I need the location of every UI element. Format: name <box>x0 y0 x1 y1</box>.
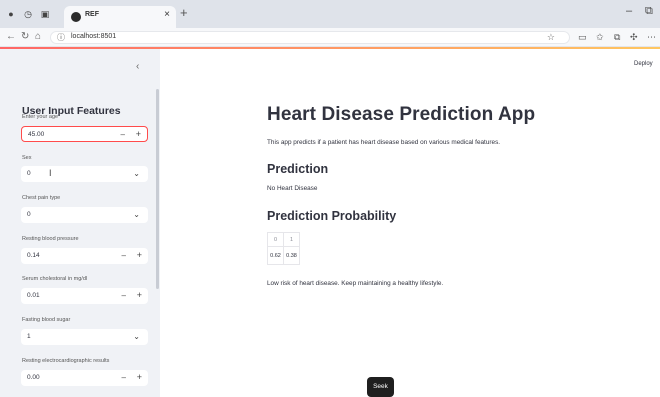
sidebar: ‹ User Input Features Enter your age 45.… <box>0 49 160 397</box>
age-input[interactable]: 45.00 – + <box>21 126 148 142</box>
cholesterol-decrement-button[interactable]: – <box>122 291 126 300</box>
more-icon[interactable]: ⋯ <box>647 32 656 43</box>
resting-bp-value: 0.14 <box>27 252 40 259</box>
tab-favicon-icon <box>71 12 81 22</box>
extensions-icon[interactable]: ✣ <box>630 32 638 43</box>
back-icon[interactable]: ← <box>6 31 16 42</box>
chest-pain-label: Chest pain type <box>22 195 61 201</box>
probability-heading: Prediction Probability <box>267 209 397 223</box>
site-info-icon[interactable]: ⓘ <box>57 32 65 43</box>
resting-bp-input[interactable]: 0.14 – + <box>21 248 148 264</box>
sex-label: Sex <box>22 155 32 161</box>
profile-icon[interactable]: ● <box>6 9 16 19</box>
new-tab-button[interactable]: + <box>180 5 188 20</box>
probability-column-header[interactable]: 1 <box>283 232 300 247</box>
prediction-result: No Heart Disease <box>267 185 318 192</box>
probability-table: 0 1 0.62 0.38 <box>267 232 300 265</box>
split-screen-icon[interactable]: ▭ <box>578 32 587 43</box>
resting-ecg-decrement-button[interactable]: – <box>122 373 126 382</box>
history-icon[interactable]: ◷ <box>23 9 33 19</box>
page-title: Heart Disease Prediction App <box>267 104 536 125</box>
sex-value: 0 <box>27 170 31 177</box>
tab-title: REF <box>85 11 99 18</box>
cholesterol-value: 0.01 <box>27 292 40 299</box>
tab-close-button[interactable]: × <box>164 9 170 20</box>
age-increment-button[interactable]: + <box>136 129 141 139</box>
text-cursor-icon: I <box>49 168 52 178</box>
chest-pain-value: 0 <box>27 211 31 218</box>
sidebar-scrollbar[interactable] <box>156 89 159 289</box>
deploy-button[interactable]: Deploy <box>634 61 653 67</box>
browser-tab[interactable]: REF × <box>64 6 176 28</box>
resting-ecg-increment-button[interactable]: + <box>137 372 142 382</box>
cholesterol-increment-button[interactable]: + <box>137 290 142 300</box>
favorite-star-icon[interactable]: ☆ <box>547 32 555 43</box>
refresh-icon[interactable]: ↻ <box>21 31 29 42</box>
chest-pain-select[interactable]: 0 ⌄ <box>21 207 148 223</box>
collections-icon[interactable]: ⧉ <box>614 32 620 43</box>
minimize-button[interactable]: – <box>626 5 632 17</box>
age-decrement-button[interactable]: – <box>121 130 125 139</box>
probability-column-header[interactable]: 0 <box>267 232 284 247</box>
probability-table-header-row: 0 1 <box>267 232 300 247</box>
prediction-heading: Prediction <box>267 162 329 176</box>
home-icon[interactable]: ⌂ <box>35 31 41 42</box>
resting-ecg-value: 0.00 <box>27 374 40 381</box>
resting-ecg-input[interactable]: 0.00 – + <box>21 370 148 386</box>
cholesterol-label: Serum cholestoral in mg/dl <box>22 276 88 282</box>
url-field[interactable]: ⓘ localhost:8501 ☆ <box>50 31 570 44</box>
probability-cell: 0.62 <box>267 246 284 265</box>
chest-pain-chevron-down-icon[interactable]: ⌄ <box>133 210 140 219</box>
seek-button[interactable]: Seek <box>367 377 394 397</box>
sex-chevron-down-icon[interactable]: ⌄ <box>133 169 140 178</box>
collapse-sidebar-icon[interactable]: ‹ <box>136 61 139 72</box>
resting-bp-increment-button[interactable]: + <box>137 250 142 260</box>
cholesterol-input[interactable]: 0.01 – + <box>21 288 148 304</box>
url-text: localhost:8501 <box>71 33 117 40</box>
sex-select[interactable]: 0 I ⌄ <box>21 166 148 182</box>
resting-bp-label: Resting blood pressure <box>22 236 79 242</box>
fasting-blood-sugar-select[interactable]: 1 ⌄ <box>21 329 148 345</box>
favorites-icon[interactable]: ✩ <box>596 32 604 43</box>
fasting-blood-sugar-value: 1 <box>27 333 31 340</box>
age-value: 45.00 <box>28 131 45 138</box>
address-bar-row: ← ↻ ⌂ ⓘ localhost:8501 ☆ ▭ ✩ ⧉ ✣ ⋯ <box>0 28 660 47</box>
table-row: 0.62 0.38 <box>267 246 300 265</box>
resting-bp-decrement-button[interactable]: – <box>122 251 126 260</box>
browser-titlebar: ● ◷ ▣ REF × + – ⧉ <box>0 0 660 28</box>
fasting-blood-sugar-chevron-down-icon[interactable]: ⌄ <box>133 332 140 341</box>
tab-actions-icon[interactable]: ▣ <box>40 9 50 19</box>
restore-button[interactable]: ⧉ <box>645 5 653 18</box>
intro-text: This app predicts if a patient has heart… <box>267 139 501 146</box>
age-label: Enter your age <box>22 114 59 120</box>
fasting-blood-sugar-label: Fasting blood sugar <box>22 317 71 323</box>
probability-cell: 0.38 <box>283 246 300 265</box>
resting-ecg-label: Resting electrocardiographic results <box>22 358 110 364</box>
advice-text: Low risk of heart disease. Keep maintain… <box>267 280 444 287</box>
